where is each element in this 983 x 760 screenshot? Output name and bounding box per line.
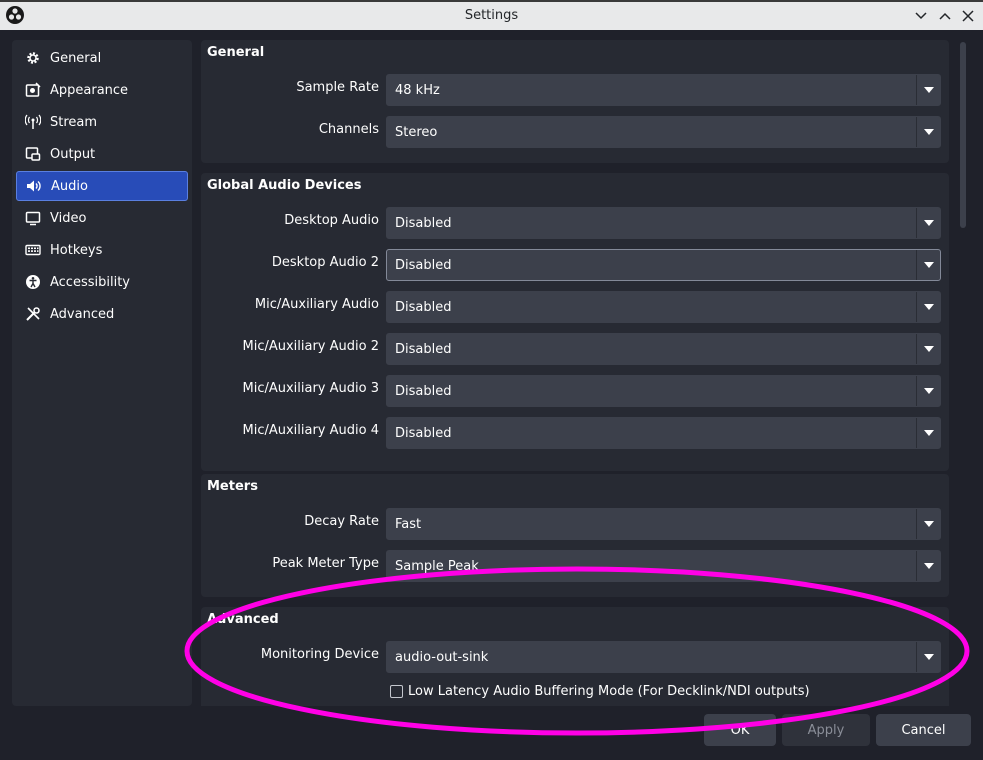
chevron-down-icon xyxy=(916,75,940,105)
desktop-audio-label: Desktop Audio xyxy=(284,213,379,228)
sidebar-item-general[interactable]: General xyxy=(16,43,188,73)
mic-aux-audio-2-dropdown[interactable]: Disabled xyxy=(386,333,941,365)
chevron-down-icon xyxy=(916,250,940,280)
sidebar-item-label: Hotkeys xyxy=(50,242,103,258)
decay-rate-label: Decay Rate xyxy=(304,514,379,529)
mic-aux-audio-3-label: Mic/Auxiliary Audio 3 xyxy=(242,381,379,396)
settings-window: General Appearance Stream Output Audio V… xyxy=(0,30,983,760)
mic-aux-audio-2-label: Mic/Auxiliary Audio 2 xyxy=(242,339,379,354)
sidebar-item-label: Advanced xyxy=(50,306,115,322)
monitoring-device-label: Monitoring Device xyxy=(260,647,379,662)
settings-sidebar: General Appearance Stream Output Audio V… xyxy=(12,40,192,706)
chevron-down-icon xyxy=(916,642,940,672)
sample-rate-dropdown[interactable]: 48 kHz xyxy=(386,74,941,106)
chevron-down-icon xyxy=(916,208,940,238)
sample-rate-label: Sample Rate xyxy=(296,80,379,95)
peak-meter-type-label: Peak Meter Type xyxy=(272,556,379,571)
sidebar-item-accessibility[interactable]: Accessibility xyxy=(16,267,188,297)
sample-rate-value: 48 kHz xyxy=(395,83,440,98)
sidebar-item-label: Accessibility xyxy=(50,274,130,290)
title-bar: Settings xyxy=(0,2,983,30)
sidebar-item-hotkeys[interactable]: Hotkeys xyxy=(16,235,188,265)
ok-button[interactable]: OK xyxy=(704,714,776,746)
mic-aux-audio-4-dropdown[interactable]: Disabled xyxy=(386,417,941,449)
sidebar-item-video[interactable]: Video xyxy=(16,203,188,233)
tools-icon xyxy=(24,305,42,323)
mic-aux-audio-value: Disabled xyxy=(395,300,452,315)
minimize-icon[interactable] xyxy=(911,6,931,26)
sidebar-item-audio[interactable]: Audio xyxy=(16,171,188,201)
output-icon xyxy=(24,145,42,163)
chevron-down-icon xyxy=(916,418,940,448)
sidebar-item-appearance[interactable]: Appearance xyxy=(16,75,188,105)
monitoring-device-dropdown[interactable]: audio-out-sink xyxy=(386,641,941,673)
desktop-audio-2-label: Desktop Audio 2 xyxy=(271,255,379,270)
decay-rate-value: Fast xyxy=(395,517,422,532)
sidebar-item-output[interactable]: Output xyxy=(16,139,188,169)
sidebar-item-stream[interactable]: Stream xyxy=(16,107,188,137)
window-title: Settings xyxy=(464,8,519,23)
advanced-group: Advanced Monitoring Device audio-out-sin… xyxy=(201,607,949,706)
sidebar-item-label: Video xyxy=(50,210,87,226)
audio-settings-panel: General Sample Rate 48 kHz Channels Ster… xyxy=(199,40,953,706)
chevron-down-icon xyxy=(916,334,940,364)
low-latency-label[interactable]: Low Latency Audio Buffering Mode (For De… xyxy=(408,684,810,699)
monitoring-device-value: audio-out-sink xyxy=(395,650,489,665)
general-group: General Sample Rate 48 kHz Channels Ster… xyxy=(201,40,949,163)
decay-rate-dropdown[interactable]: Fast xyxy=(386,508,941,540)
sidebar-item-label: Appearance xyxy=(50,82,129,98)
monitor-icon xyxy=(24,209,42,227)
sidebar-item-label: Output xyxy=(50,146,96,162)
sidebar-item-advanced[interactable]: Advanced xyxy=(16,299,188,329)
group-title-advanced: Advanced xyxy=(207,612,279,627)
chevron-down-icon xyxy=(916,292,940,322)
keyboard-icon xyxy=(24,241,42,259)
mic-aux-audio-label: Mic/Auxiliary Audio xyxy=(254,297,379,312)
speaker-icon xyxy=(25,177,43,195)
cancel-button[interactable]: Cancel xyxy=(876,714,971,746)
chevron-down-icon xyxy=(916,509,940,539)
antenna-icon xyxy=(24,113,42,131)
mic-aux-audio-4-value: Disabled xyxy=(395,426,452,441)
mic-aux-audio-2-value: Disabled xyxy=(395,342,452,357)
desktop-audio-dropdown[interactable]: Disabled xyxy=(386,207,941,239)
group-title-meters: Meters xyxy=(207,479,258,494)
desktop-audio-value: Disabled xyxy=(395,216,452,231)
desktop-audio-2-dropdown[interactable]: Disabled xyxy=(386,249,941,281)
scrollbar-thumb[interactable] xyxy=(960,42,966,228)
mic-aux-audio-3-dropdown[interactable]: Disabled xyxy=(386,375,941,407)
gear-icon xyxy=(24,49,42,67)
group-title-general: General xyxy=(207,45,265,60)
low-latency-checkbox[interactable] xyxy=(390,685,403,698)
peak-meter-type-dropdown[interactable]: Sample Peak xyxy=(386,550,941,582)
chevron-down-icon xyxy=(916,551,940,581)
channels-dropdown[interactable]: Stereo xyxy=(386,116,941,148)
close-icon[interactable] xyxy=(958,6,978,26)
channels-label: Channels xyxy=(318,122,379,137)
chevron-down-icon xyxy=(916,117,940,147)
sidebar-item-label: General xyxy=(50,50,102,66)
meters-group: Meters Decay Rate Fast Peak Meter Type S… xyxy=(201,474,949,597)
apply-button[interactable]: Apply xyxy=(782,714,870,746)
global-audio-devices-group: Global Audio Devices Desktop Audio Disab… xyxy=(201,173,949,471)
peak-meter-type-value: Sample Peak xyxy=(395,559,479,574)
channels-value: Stereo xyxy=(395,125,438,140)
appearance-icon xyxy=(24,81,42,99)
mic-aux-audio-4-label: Mic/Auxiliary Audio 4 xyxy=(242,423,379,438)
group-title-devices: Global Audio Devices xyxy=(207,178,362,193)
mic-aux-audio-3-value: Disabled xyxy=(395,384,452,399)
sidebar-item-label: Audio xyxy=(51,178,88,194)
mic-aux-audio-dropdown[interactable]: Disabled xyxy=(386,291,941,323)
desktop-audio-2-value: Disabled xyxy=(395,258,452,273)
sidebar-item-label: Stream xyxy=(50,114,98,130)
accessibility-icon xyxy=(24,273,42,291)
chevron-down-icon xyxy=(916,376,940,406)
content-scrollbar[interactable] xyxy=(957,40,969,706)
maximize-icon[interactable] xyxy=(935,6,955,26)
